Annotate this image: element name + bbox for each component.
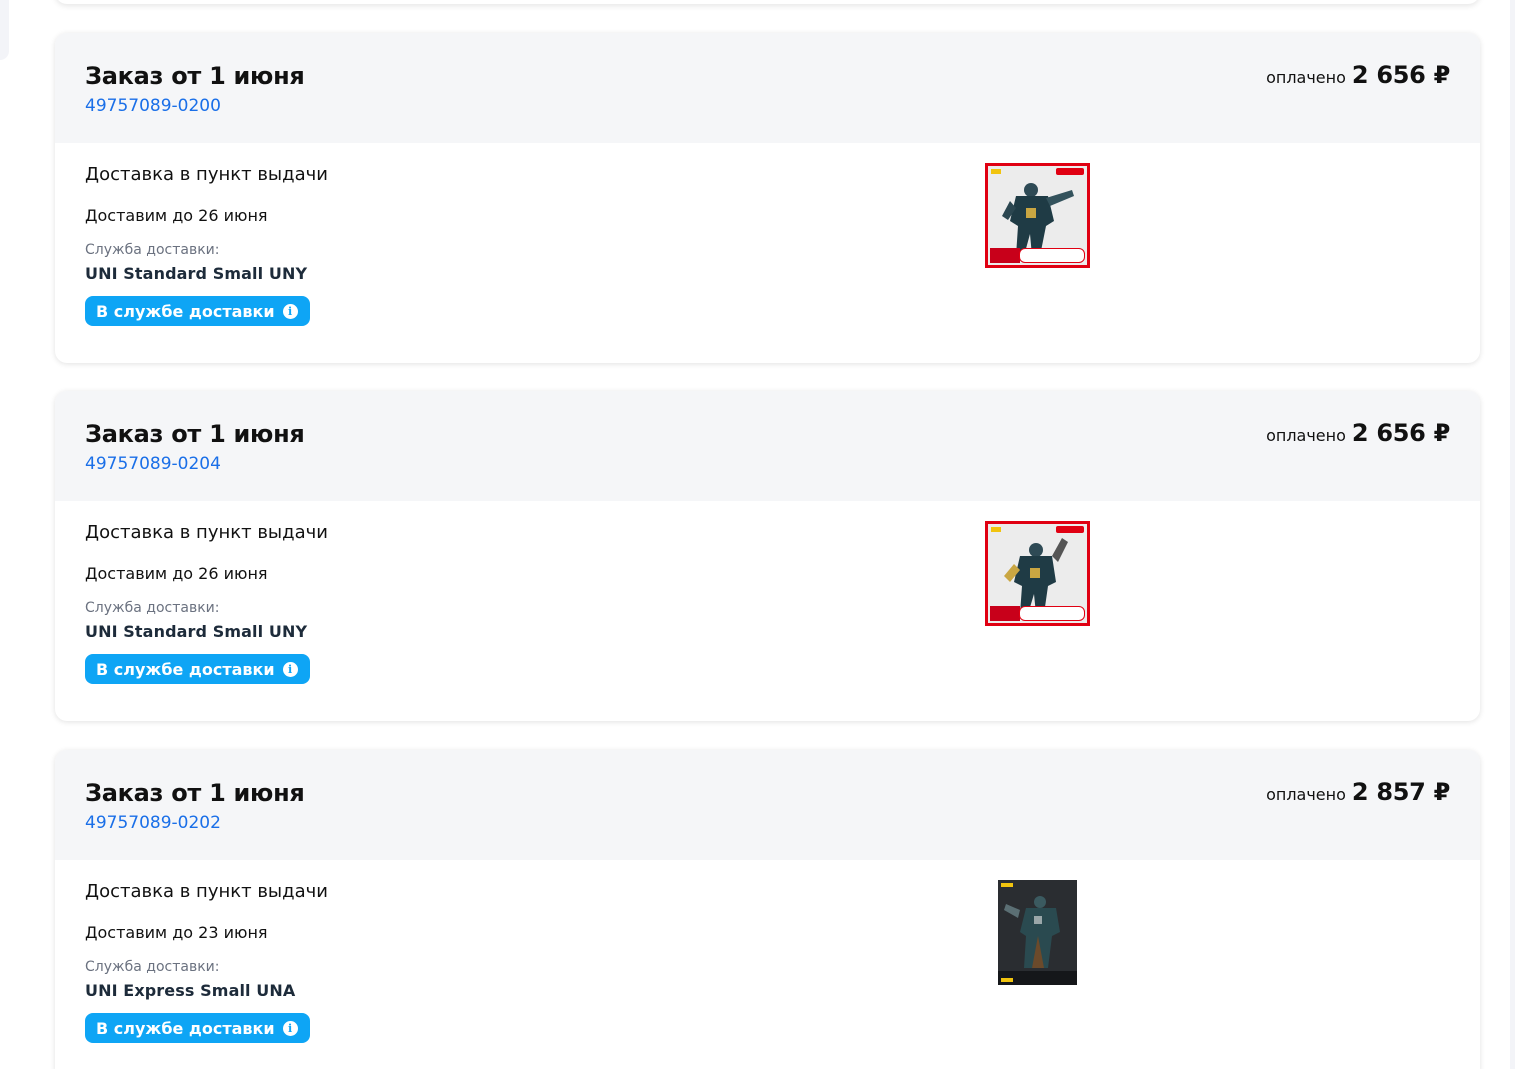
brand-tag	[1001, 883, 1013, 887]
delivery-service-name: UNI Standard Small UNY	[85, 264, 308, 283]
order-body: Доставка в пункт выдачи Доставим до 23 и…	[55, 860, 1480, 1069]
delivery-service-name: UNI Express Small UNA	[85, 981, 296, 1000]
order-title: Заказ от 1 июня	[85, 62, 305, 90]
order-number-link[interactable]: 49757089-0204	[85, 453, 221, 475]
order-card: Заказ от 1 июня 49757089-0200 оплачено 2…	[55, 33, 1480, 363]
delivery-date: Доставим до 26 июня	[85, 564, 268, 583]
order-payment: оплачено 2 857 ₽	[1266, 778, 1450, 806]
badge-fast-delivery	[990, 606, 1020, 621]
delivery-date: Доставим до 23 июня	[85, 923, 268, 942]
orders-page: Заказ от 1 июня 49757089-0200 оплачено 2…	[0, 0, 1515, 1069]
badge-caption	[1019, 606, 1085, 621]
status-badge[interactable]: В службе доставки i	[85, 296, 310, 326]
paid-amount: 2 656 ₽	[1351, 419, 1450, 447]
product-image[interactable]	[985, 163, 1090, 268]
order-title: Заказ от 1 июня	[85, 420, 305, 448]
brand-strip	[988, 524, 1087, 534]
delivery-service-label: Служба доставки:	[85, 959, 220, 975]
paid-label: оплачено	[1266, 785, 1346, 804]
scrollbar-track[interactable]	[1510, 0, 1515, 1069]
delivery-service-label: Служба доставки:	[85, 242, 220, 258]
order-body: Доставка в пункт выдачи Доставим до 26 и…	[55, 501, 1480, 721]
order-number-link[interactable]: 49757089-0200	[85, 95, 221, 117]
brand-tag	[1001, 978, 1013, 982]
info-icon[interactable]: i	[282, 1020, 298, 1036]
info-icon[interactable]: i	[282, 303, 298, 319]
order-header: Заказ от 1 июня 49757089-0200 оплачено 2…	[55, 33, 1480, 143]
order-payment: оплачено 2 656 ₽	[1266, 419, 1450, 447]
paid-amount: 2 656 ₽	[1351, 61, 1450, 89]
status-label: В службе доставки	[96, 1018, 275, 1038]
status-label: В службе доставки	[96, 301, 275, 321]
left-sidebar-edge	[0, 0, 25, 1069]
figure-image	[1004, 896, 1060, 968]
order-card: Заказ от 1 июня 49757089-0202 оплачено 2…	[55, 750, 1480, 1069]
product-image[interactable]	[985, 521, 1090, 626]
paid-label: оплачено	[1266, 68, 1346, 87]
delivery-type: Доставка в пункт выдачи	[85, 164, 328, 185]
previous-order-card-edge	[55, 0, 1480, 4]
order-payment: оплачено 2 656 ₽	[1266, 61, 1450, 89]
delivery-type: Доставка в пункт выдачи	[85, 522, 328, 543]
delivery-type: Доставка в пункт выдачи	[85, 881, 328, 902]
badge-fast-delivery	[990, 248, 1020, 263]
product-image[interactable]	[998, 880, 1077, 985]
order-header: Заказ от 1 июня 49757089-0202 оплачено 2…	[55, 750, 1480, 860]
brand-strip	[988, 166, 1087, 176]
order-number-link[interactable]: 49757089-0202	[85, 812, 221, 834]
order-header: Заказ от 1 июня 49757089-0204 оплачено 2…	[55, 391, 1480, 501]
paid-amount: 2 857 ₽	[1351, 778, 1450, 806]
badge-caption	[1019, 248, 1085, 263]
paid-label: оплачено	[1266, 426, 1346, 445]
status-badge[interactable]: В службе доставки i	[85, 1013, 310, 1043]
delivery-date: Доставим до 26 июня	[85, 206, 268, 225]
status-label: В службе доставки	[96, 659, 275, 679]
order-title: Заказ от 1 июня	[85, 779, 305, 807]
status-badge[interactable]: В службе доставки i	[85, 654, 310, 684]
delivery-service-name: UNI Standard Small UNY	[85, 622, 308, 641]
order-body: Доставка в пункт выдачи Доставим до 26 и…	[55, 143, 1480, 363]
delivery-service-label: Служба доставки:	[85, 600, 220, 616]
order-card: Заказ от 1 июня 49757089-0204 оплачено 2…	[55, 391, 1480, 721]
sidebar-corner	[0, 0, 9, 60]
info-icon[interactable]: i	[282, 661, 298, 677]
